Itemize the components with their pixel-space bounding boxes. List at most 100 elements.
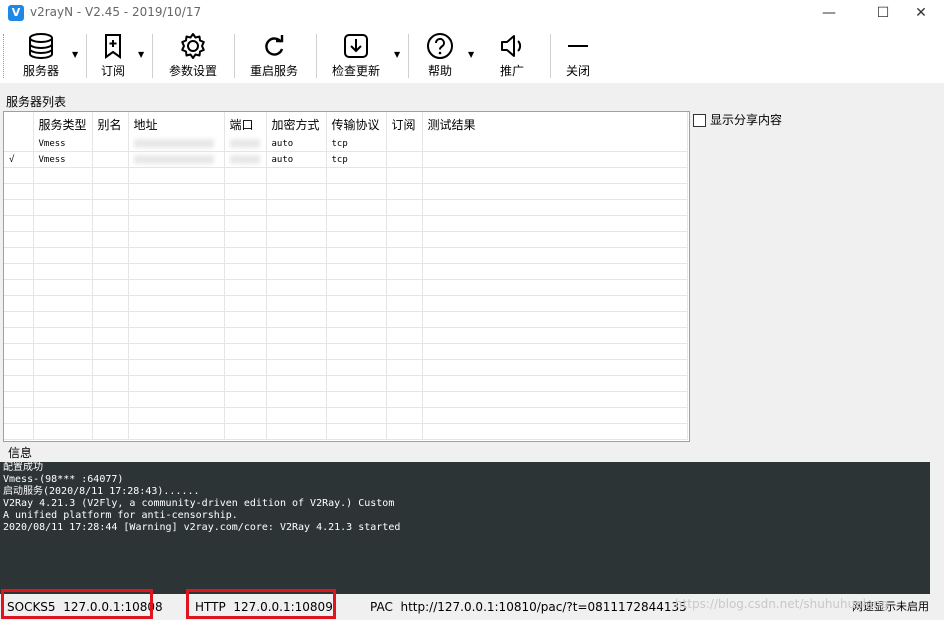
- empty-cell: [4, 407, 34, 424]
- promote-label: 推广: [499, 64, 524, 78]
- empty-cell: [4, 391, 34, 408]
- minimize-button[interactable]: —: [806, 0, 852, 28]
- empty-cell: [92, 407, 129, 424]
- toolbar-separator: [550, 34, 551, 78]
- server-list-grid[interactable]: 服务类型 别名 地址 端口 加密方式 传输协议 订阅 测试结果 Vmess aut…: [3, 111, 690, 442]
- toolbar-grip[interactable]: [3, 34, 6, 78]
- column-header-type[interactable]: 服务类型: [33, 112, 93, 136]
- empty-cell: [224, 215, 267, 232]
- download-icon: [344, 34, 368, 58]
- settings-button[interactable]: 参数设置: [162, 32, 224, 80]
- empty-cell: [422, 343, 688, 360]
- show-share-checkbox[interactable]: 显示分享内容: [693, 111, 782, 128]
- help-icon: [427, 33, 453, 59]
- close-button[interactable]: 关闭: [560, 32, 596, 80]
- empty-cell: [128, 311, 225, 328]
- log-line: Vmess-(98*** :64077): [3, 474, 124, 485]
- column-header-address[interactable]: 地址: [128, 112, 225, 136]
- empty-cell: [326, 231, 387, 248]
- empty-cell: [386, 359, 423, 376]
- empty-table-row: [4, 263, 688, 280]
- empty-table-row: [4, 359, 688, 376]
- subscribe-label: 订阅: [100, 64, 125, 78]
- empty-cell: [326, 215, 387, 232]
- empty-cell: [224, 279, 267, 296]
- empty-cell: [266, 391, 327, 408]
- empty-cell: [92, 199, 129, 216]
- empty-cell: [422, 263, 688, 280]
- check-update-dropdown-arrow[interactable]: ▼: [394, 50, 400, 59]
- speaker-icon: [501, 35, 522, 57]
- toolbar: 服务器 ▼ 订阅 ▼ 参数设置 重启服务 检查更新 ▼ 帮助 ▼ 推广 关闭: [0, 28, 944, 83]
- empty-cell: [128, 359, 225, 376]
- empty-cell: [266, 231, 327, 248]
- checkbox-box[interactable]: [693, 114, 706, 127]
- empty-table-row: [4, 327, 688, 344]
- empty-table-row: [4, 375, 688, 392]
- log-scrollbar[interactable]: [930, 462, 944, 594]
- empty-cell: [33, 215, 93, 232]
- help-button[interactable]: 帮助: [420, 32, 460, 80]
- empty-cell: [33, 295, 93, 312]
- table-row[interactable]: √ Vmess auto tcp: [4, 151, 688, 168]
- empty-cell: [422, 199, 688, 216]
- table-cell-security: auto: [266, 151, 327, 168]
- empty-cell: [4, 343, 34, 360]
- log-output[interactable]: 配置成功 Vmess-(98*** :64077) 启动服务(2020/8/11…: [0, 462, 930, 594]
- subscribe-dropdown-arrow[interactable]: ▼: [138, 50, 144, 59]
- empty-cell: [128, 183, 225, 200]
- help-dropdown-arrow[interactable]: ▼: [468, 50, 474, 59]
- empty-cell: [326, 295, 387, 312]
- empty-cell: [266, 359, 327, 376]
- empty-cell: [33, 407, 93, 424]
- title-bar: V v2rayN - V2.45 - 2019/10/17 — ☐ ✕: [0, 0, 944, 28]
- empty-cell: [326, 359, 387, 376]
- empty-cell: [92, 311, 129, 328]
- column-header-active[interactable]: [4, 112, 34, 136]
- empty-cell: [266, 311, 327, 328]
- empty-cell: [266, 279, 327, 296]
- column-header-test-result[interactable]: 测试结果: [422, 112, 688, 136]
- table-row[interactable]: Vmess auto tcp: [4, 136, 688, 152]
- empty-cell: [4, 231, 34, 248]
- empty-cell: [33, 231, 93, 248]
- empty-cell: [33, 247, 93, 264]
- empty-cell: [224, 327, 267, 344]
- subscribe-button[interactable]: 订阅: [92, 32, 134, 80]
- column-header-port[interactable]: 端口: [224, 112, 267, 136]
- check-update-button[interactable]: 检查更新: [326, 32, 386, 80]
- empty-cell: [326, 167, 387, 184]
- restart-service-button[interactable]: 重启服务: [244, 32, 304, 80]
- servers-dropdown-arrow[interactable]: ▼: [72, 50, 78, 59]
- servers-button[interactable]: 服务器: [14, 32, 68, 80]
- log-line: 2020/08/11 17:28:44 [Warning] v2ray.com/…: [3, 522, 401, 533]
- empty-cell: [266, 407, 327, 424]
- empty-cell: [224, 167, 267, 184]
- close-window-button[interactable]: ✕: [898, 0, 944, 28]
- empty-cell: [128, 391, 225, 408]
- empty-cell: [92, 423, 129, 440]
- toolbar-separator: [408, 34, 409, 78]
- column-header-network[interactable]: 传输协议: [326, 112, 387, 136]
- empty-cell: [326, 279, 387, 296]
- empty-cell: [92, 263, 129, 280]
- empty-cell: [92, 279, 129, 296]
- column-header-subscription[interactable]: 订阅: [386, 112, 423, 136]
- watermark: https://blog.csdn.net/shuhuhualang: [675, 597, 889, 611]
- empty-cell: [128, 407, 225, 424]
- redacted-value: [229, 154, 260, 164]
- empty-cell: [33, 279, 93, 296]
- table-cell-address: [128, 151, 225, 168]
- empty-cell: [33, 423, 93, 440]
- empty-cell: [422, 183, 688, 200]
- server-list-label: 服务器列表: [6, 95, 67, 109]
- empty-cell: [33, 311, 93, 328]
- pac-label: PAC: [370, 600, 393, 614]
- column-header-alias[interactable]: 别名: [92, 112, 129, 136]
- empty-cell: [386, 391, 423, 408]
- empty-table-row: [4, 423, 688, 440]
- empty-cell: [422, 247, 688, 264]
- column-header-security[interactable]: 加密方式: [266, 112, 327, 136]
- promote-button[interactable]: 推广: [492, 32, 532, 80]
- table-cell-security: auto: [266, 136, 327, 152]
